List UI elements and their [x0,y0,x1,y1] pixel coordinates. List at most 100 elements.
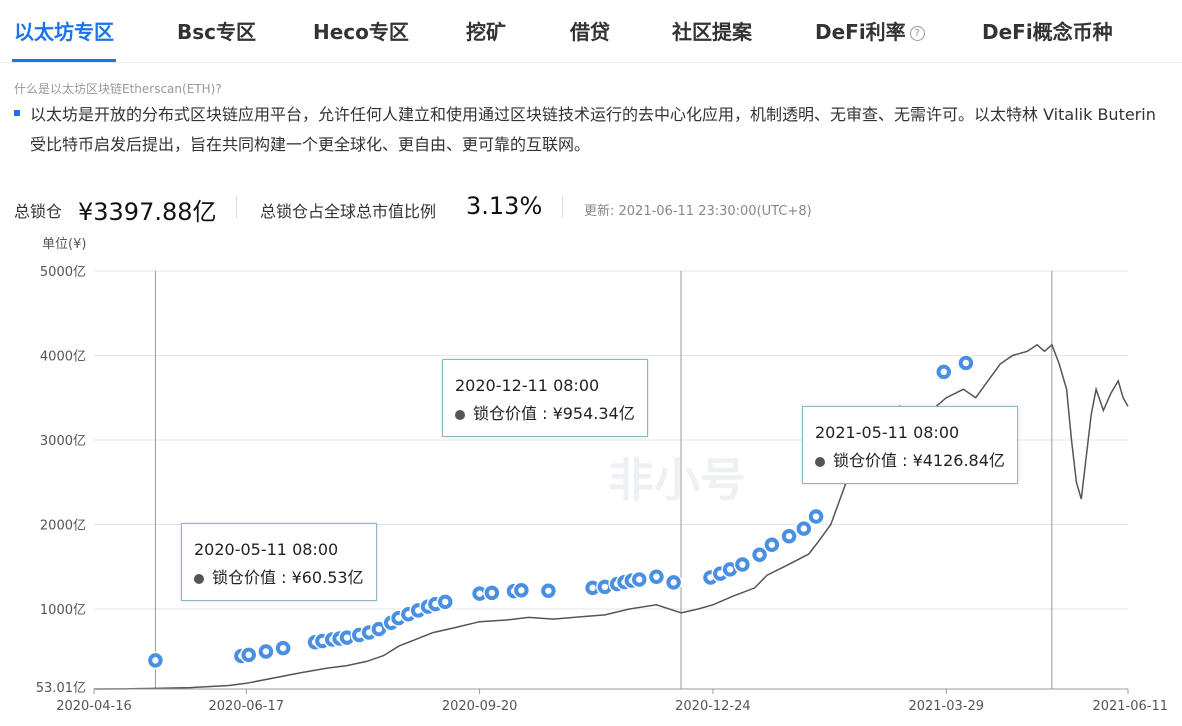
event-marker-pin [721,560,739,579]
marker-circle [370,620,388,638]
marker-circle [780,527,798,545]
event-marker-pin [436,593,454,611]
ratio-value: 3.13% [466,192,543,220]
marker-center [152,657,159,664]
event-marker-pin [419,597,437,616]
tab-bsc[interactable]: Bsc专区 [177,16,256,45]
tab-defi-coins[interactable]: DeFi概念币种 [982,16,1113,45]
marker-center [319,637,326,645]
marker-center [262,648,270,655]
watermark: 非小号 [608,453,746,507]
tab-ethereum[interactable]: 以太坊专区 [14,16,114,45]
tooltip: 2020-05-11 08:00 锁仓价值 : ¥60.53亿 [181,523,377,601]
marker-circle [483,584,501,602]
event-marker-pin [711,564,730,583]
event-marker-pin [807,507,825,526]
marker-center [343,634,351,641]
tooltip: 2020-12-11 08:00 锁仓价值 : ¥954.34亿 [442,359,648,437]
marker-circle [608,575,626,593]
tvl-value: ¥3397.88亿 [78,198,217,226]
tab-lending[interactable]: 借贷 [570,16,610,45]
marker-circle [382,614,400,632]
help-icon[interactable]: ? [909,26,925,41]
marker-center [510,587,518,595]
updated-time: 更新: 2021-06-11 23:30:00(UTC+8) [584,204,812,219]
event-marker-pin [512,581,531,600]
event-marker-pin [239,646,258,664]
marker-center [336,635,343,642]
marker-circle [711,564,730,583]
marker-center [545,587,552,594]
y-tick-label: 3000亿 [40,434,86,449]
y-tick-label: 2000亿 [40,518,86,533]
marker-center [311,639,319,646]
tooltip-date: 2020-12-11 08:00 [455,376,600,395]
marker-circle [647,568,666,586]
marker-circle [539,582,558,600]
x-tick-label: 2021-03-29 [908,699,984,714]
marker-center [707,574,714,581]
marker-center [653,573,660,580]
event-marker-pin [426,595,445,613]
marker-circle [721,560,739,579]
marker-center [279,644,287,652]
event-marker-pin [608,575,626,593]
marker-center [940,368,947,376]
event-marker-pin [306,633,324,651]
tab-defi-rate-label: DeFi利率 [815,20,906,44]
marker-center [442,598,449,606]
info-question[interactable]: 什么是以太坊区块链Etherscan(ETH)? [14,80,222,97]
x-tick-label: 2020-04-16 [56,699,132,714]
x-tick-label: 2020-09-20 [442,699,518,714]
event-marker-pin [399,605,418,624]
marker-center [962,359,970,367]
marker-circle [350,626,369,644]
tab-heco[interactable]: Heco专区 [313,16,409,45]
event-marker-pin [370,620,388,638]
tab-defi-rate[interactable]: DeFi利率? [815,16,925,45]
marker-center [589,584,596,592]
event-marker-pin [763,536,781,554]
event-marker-pin [539,582,558,600]
event-marker-pin [483,584,501,602]
marker-circle [623,571,641,590]
marker-circle [306,633,324,651]
bullet-icon [14,110,20,116]
tab-proposals[interactable]: 社区提案 [672,16,752,45]
marker-center [238,652,245,660]
marker-center [405,611,412,618]
event-marker-pin [313,632,332,650]
event-marker-pin [505,582,523,600]
marker-center [365,629,373,636]
event-marker-pin [615,573,634,591]
marker-circle [313,632,332,650]
marker-center [518,587,525,594]
marker-circle [257,642,275,661]
event-marker-pin [389,609,408,627]
event-marker-pin [350,626,369,644]
event-marker-pin [360,623,378,642]
series-dot-icon [455,409,465,420]
marker-center [621,578,628,586]
event-marker-pin [596,578,614,596]
marker-center [414,607,422,614]
marker-center [395,614,402,622]
marker-circle [957,354,975,372]
marker-circle [426,595,445,613]
event-marker-pin [146,651,165,670]
tab-mining[interactable]: 挖矿 [466,16,506,45]
marker-center [739,561,746,568]
marker-center [356,631,363,639]
event-marker-pin [733,555,752,574]
event-marker-pin [647,568,666,586]
event-marker-pin [323,630,341,649]
marker-circle [389,609,408,627]
marker-circle [419,597,437,616]
marker-center [432,600,439,608]
event-marker-pin [630,570,648,589]
marker-center [628,577,636,584]
event-marker-pin [274,639,292,657]
marker-center [613,580,621,588]
event-marker-pin [935,363,953,381]
tvl-label: 总锁仓 [14,202,63,221]
